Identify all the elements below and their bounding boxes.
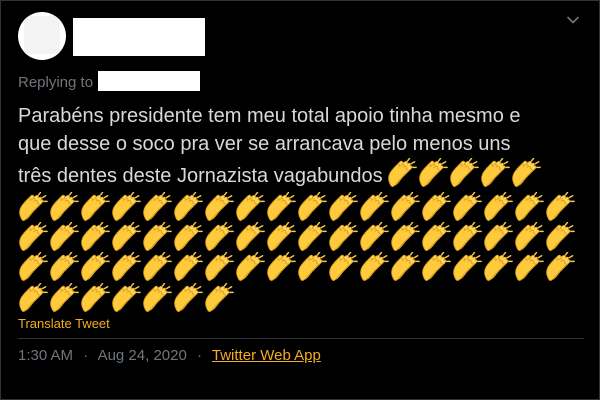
clapping-hands-icon — [111, 252, 141, 282]
clapping-hands-icon — [483, 192, 513, 222]
clapping-hands-icon — [80, 283, 110, 313]
clapping-hands-icon — [173, 192, 203, 222]
clapping-hands-icon — [418, 158, 448, 188]
tweet-text-line: Parabéns presidente tem meu total apoio … — [18, 105, 521, 127]
clapping-hands-icon — [511, 158, 541, 188]
clapping-hands-icon — [359, 222, 389, 252]
clapping-hands-icon — [235, 252, 265, 282]
clapping-hands-icon — [452, 192, 482, 222]
clapping-hands-icon — [18, 222, 48, 252]
avatar-redaction — [24, 16, 60, 54]
clapping-hands-icon — [328, 192, 358, 222]
clapping-hands-icon — [18, 192, 48, 222]
tweet-source-link[interactable]: Twitter Web App — [212, 347, 321, 364]
clapping-hands-icon — [80, 222, 110, 252]
translate-tweet-link[interactable]: Translate Tweet — [18, 316, 110, 331]
chevron-down-icon[interactable] — [565, 12, 581, 28]
emoji-row — [18, 192, 575, 222]
clapping-hands-icon — [111, 192, 141, 222]
clapping-hands-icon — [204, 283, 234, 313]
clapping-hands-icon — [173, 283, 203, 313]
meta-separator: · — [83, 347, 89, 364]
clapping-hands-icon — [80, 192, 110, 222]
clapping-hands-icon — [390, 222, 420, 252]
inline-clap-group — [387, 158, 541, 188]
clapping-hands-icon — [142, 252, 172, 282]
clapping-hands-icon — [452, 252, 482, 282]
clapping-hands-icon — [545, 252, 575, 282]
clapping-hands-icon — [266, 252, 296, 282]
clapping-hands-icon — [359, 252, 389, 282]
clapping-hands-icon — [483, 222, 513, 252]
clapping-hands-icon — [204, 222, 234, 252]
clapping-hands-icon — [421, 252, 451, 282]
clapping-hands-icon — [204, 192, 234, 222]
clapping-hands-icon — [142, 283, 172, 313]
clapping-hands-icon — [452, 222, 482, 252]
clapping-hands-icon — [514, 192, 544, 222]
clapping-hands-icon — [142, 192, 172, 222]
emoji-row — [18, 283, 234, 313]
clapping-hands-icon — [204, 252, 234, 282]
tweet-time[interactable]: 1:30 AM — [18, 347, 73, 364]
clapping-hands-icon — [80, 252, 110, 282]
clapping-hands-icon — [545, 192, 575, 222]
clapping-hands-icon — [49, 252, 79, 282]
clapping-hands-icon — [421, 222, 451, 252]
clapping-hands-icon — [173, 222, 203, 252]
clapping-hands-icon — [328, 252, 358, 282]
clapping-hands-icon — [545, 222, 575, 252]
tweet-text-line: três dentes deste Jornazista vagabundos — [18, 158, 584, 190]
tweet-date[interactable]: Aug 24, 2020 — [98, 347, 187, 364]
clapping-hands-icon — [111, 283, 141, 313]
emoji-row — [18, 252, 575, 282]
clapping-hands-icon — [390, 192, 420, 222]
clapping-hands-icon — [480, 158, 510, 188]
clapping-hands-icon — [235, 222, 265, 252]
clapping-hands-icon — [514, 222, 544, 252]
tweet-meta: 1:30 AM · Aug 24, 2020 · Twitter Web App — [18, 347, 321, 364]
clapping-hands-icon — [390, 252, 420, 282]
reply-handle-redaction[interactable] — [98, 71, 200, 91]
clapping-hands-icon — [297, 222, 327, 252]
tweet-text: Parabéns presidente tem meu total apoio … — [18, 102, 584, 190]
avatar[interactable] — [18, 12, 66, 60]
clapping-hands-icon — [18, 252, 48, 282]
clapping-hands-icon — [142, 222, 172, 252]
clapping-hands-icon — [421, 192, 451, 222]
replying-to-label: Replying to — [18, 74, 94, 91]
clapping-hands-icon — [483, 252, 513, 282]
clapping-hands-icon — [328, 222, 358, 252]
author-name-redaction — [73, 18, 205, 56]
tweet-text-line: que desse o soco pra ver se arrancava pe… — [18, 133, 511, 155]
clapping-hands-icon — [297, 252, 327, 282]
tweet-text-fragment: três dentes deste Jornazista vagabundos — [18, 165, 383, 187]
clapping-hands-icon — [297, 192, 327, 222]
divider — [18, 338, 584, 339]
clapping-hands-icon — [387, 158, 417, 188]
clapping-hands-icon — [359, 192, 389, 222]
clapping-hands-icon — [49, 192, 79, 222]
clapping-hands-icon — [173, 252, 203, 282]
clapping-hands-icon — [449, 158, 479, 188]
clapping-hands-icon — [266, 192, 296, 222]
clapping-hands-icon — [266, 222, 296, 252]
clapping-hands-icon — [111, 222, 141, 252]
clapping-hands-icon — [235, 192, 265, 222]
emoji-row — [18, 222, 575, 252]
clapping-hands-icon — [18, 283, 48, 313]
clapping-hands-icon — [49, 283, 79, 313]
clapping-hands-icon — [49, 222, 79, 252]
clapping-hands-icon — [514, 252, 544, 282]
meta-separator: · — [196, 347, 202, 364]
